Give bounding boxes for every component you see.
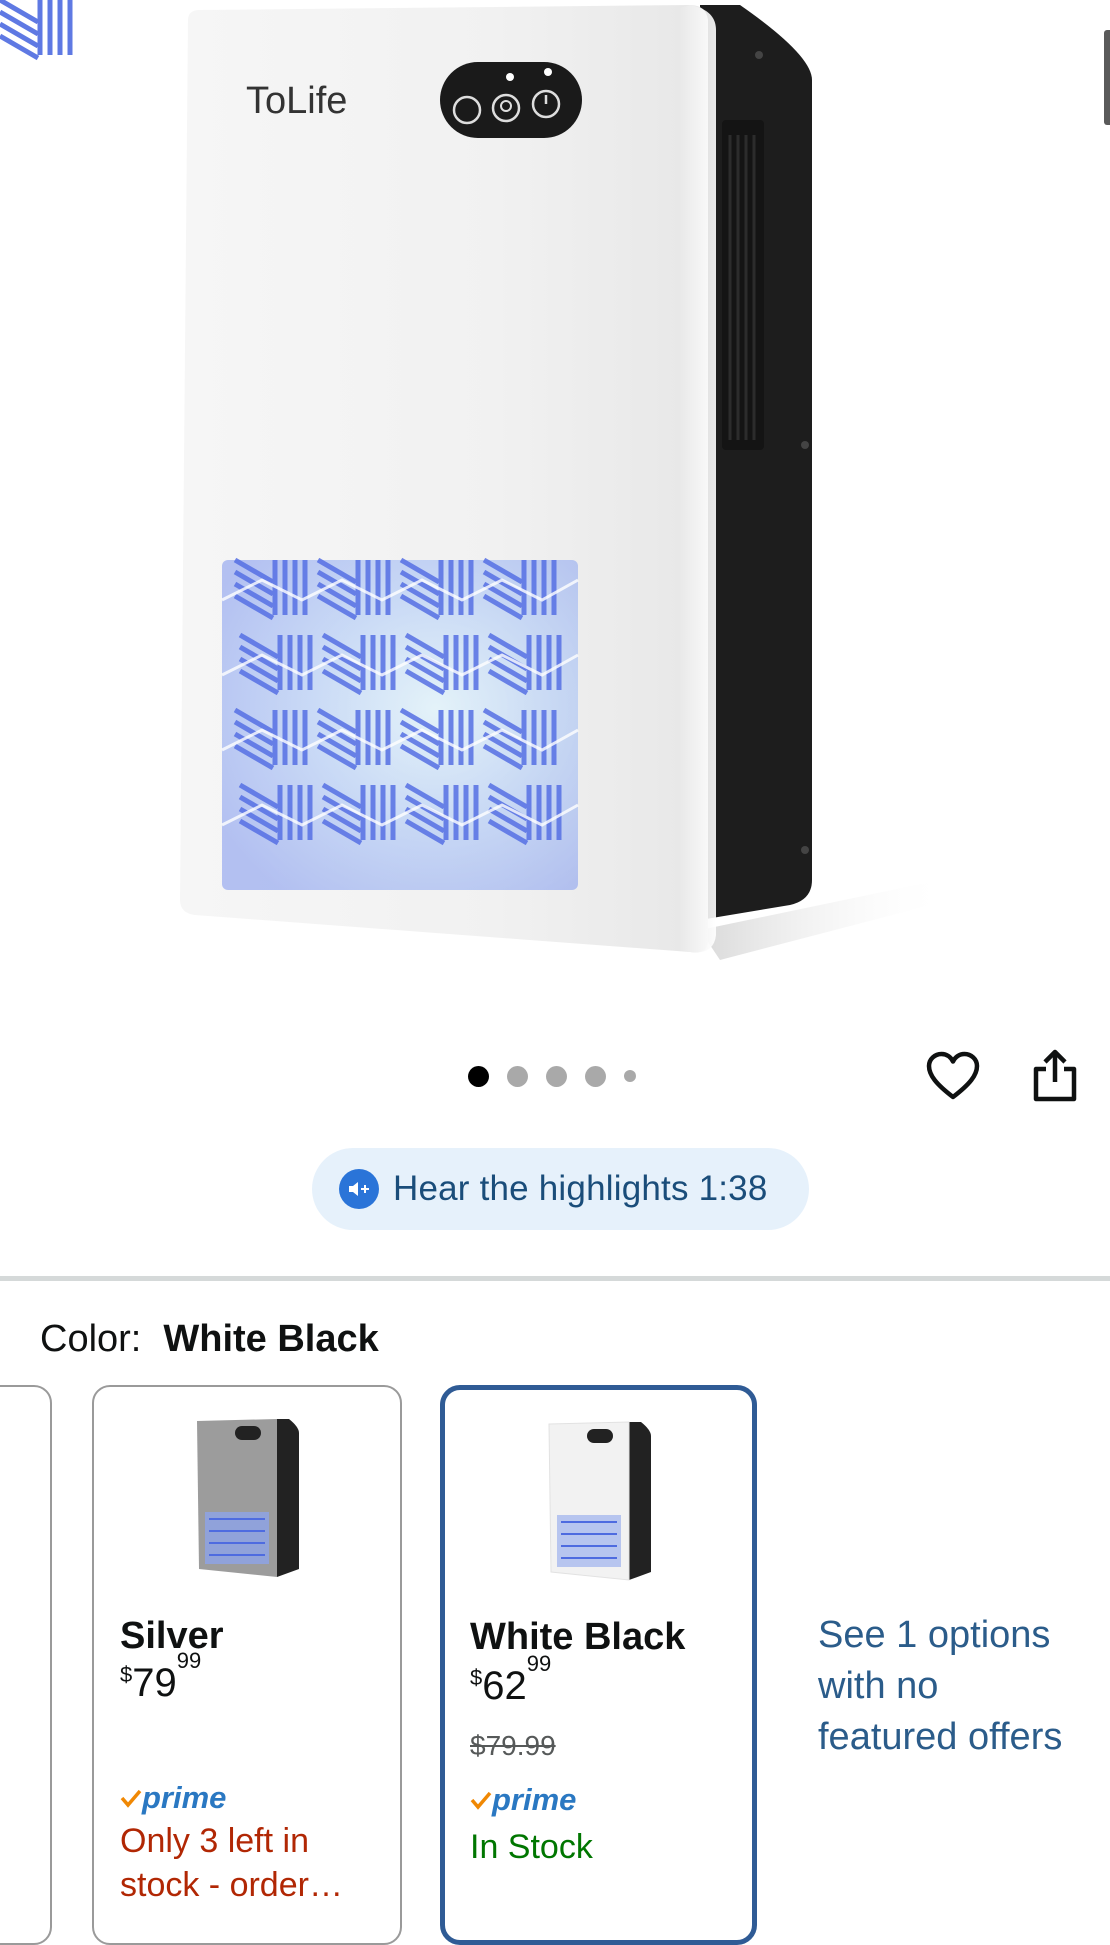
selected-color-value: White Black	[163, 1318, 379, 1360]
speaker-sparkle-icon	[339, 1169, 379, 1209]
stock-status: Only 3 left in stock - order…	[120, 1819, 343, 1907]
price-whole: 62	[482, 1664, 527, 1708]
color-label: Color:	[40, 1318, 142, 1360]
price-fraction: 99	[176, 1647, 202, 1673]
dehumidifier-illustration: ToLife	[0, 0, 950, 960]
carousel-dot[interactable]	[585, 1065, 606, 1087]
prime-badge: prime	[470, 1782, 576, 1818]
color-selector-heading: Color: White Black	[40, 1316, 379, 1362]
price-currency: $	[470, 1665, 483, 1690]
wishlist-button[interactable]	[920, 1043, 986, 1109]
prime-label: prime	[142, 1780, 227, 1815]
stock-status-line: Only 3 left in	[120, 1822, 309, 1860]
white-black-product-thumbnail	[547, 1421, 651, 1581]
list-price: $79.99	[470, 1730, 556, 1761]
option-name: Silver	[120, 1615, 224, 1657]
stock-status-line: stock - order…	[120, 1866, 343, 1904]
color-option-silver[interactable]: Silver $7999 prime Only 3 left in stock …	[92, 1385, 402, 1945]
image-carousel-indicator[interactable]	[468, 1064, 636, 1088]
carousel-dot[interactable]	[624, 1070, 636, 1082]
share-icon	[1033, 1049, 1077, 1102]
carousel-dot[interactable]	[507, 1065, 528, 1087]
carousel-dot[interactable]	[546, 1065, 567, 1087]
side-scroll-tab[interactable]	[1104, 30, 1110, 125]
hear-highlights-label: Hear the highlights 1:38	[393, 1169, 768, 1208]
price-currency: $	[120, 1662, 133, 1687]
color-option-previous[interactable]	[0, 1385, 52, 1945]
section-divider	[0, 1276, 1110, 1281]
share-button[interactable]	[1022, 1043, 1088, 1109]
see-options-no-featured-offers-link[interactable]: See 1 options with no featured offers	[818, 1610, 1088, 1763]
option-price: $6299	[470, 1651, 551, 1709]
option-name: White Black	[470, 1616, 686, 1658]
price-whole: 79	[132, 1661, 177, 1705]
brand-logo-text: ToLife	[246, 80, 347, 122]
hear-highlights-button[interactable]: Hear the highlights 1:38	[312, 1148, 809, 1230]
product-image[interactable]: ToLife	[0, 0, 1110, 1020]
prime-badge: prime	[120, 1780, 226, 1816]
prime-check-icon	[120, 1789, 142, 1808]
carousel-dot[interactable]	[468, 1065, 489, 1087]
color-option-white-black[interactable]: White Black $6299 $79.99 prime In Stock	[440, 1385, 757, 1945]
silver-product-thumbnail	[197, 1419, 299, 1577]
option-price: $7999	[120, 1648, 201, 1706]
prime-check-icon	[470, 1791, 492, 1810]
price-fraction: 99	[526, 1650, 552, 1676]
prime-label: prime	[492, 1782, 577, 1817]
stock-status: In Stock	[470, 1828, 593, 1866]
heart-icon	[926, 1051, 980, 1100]
